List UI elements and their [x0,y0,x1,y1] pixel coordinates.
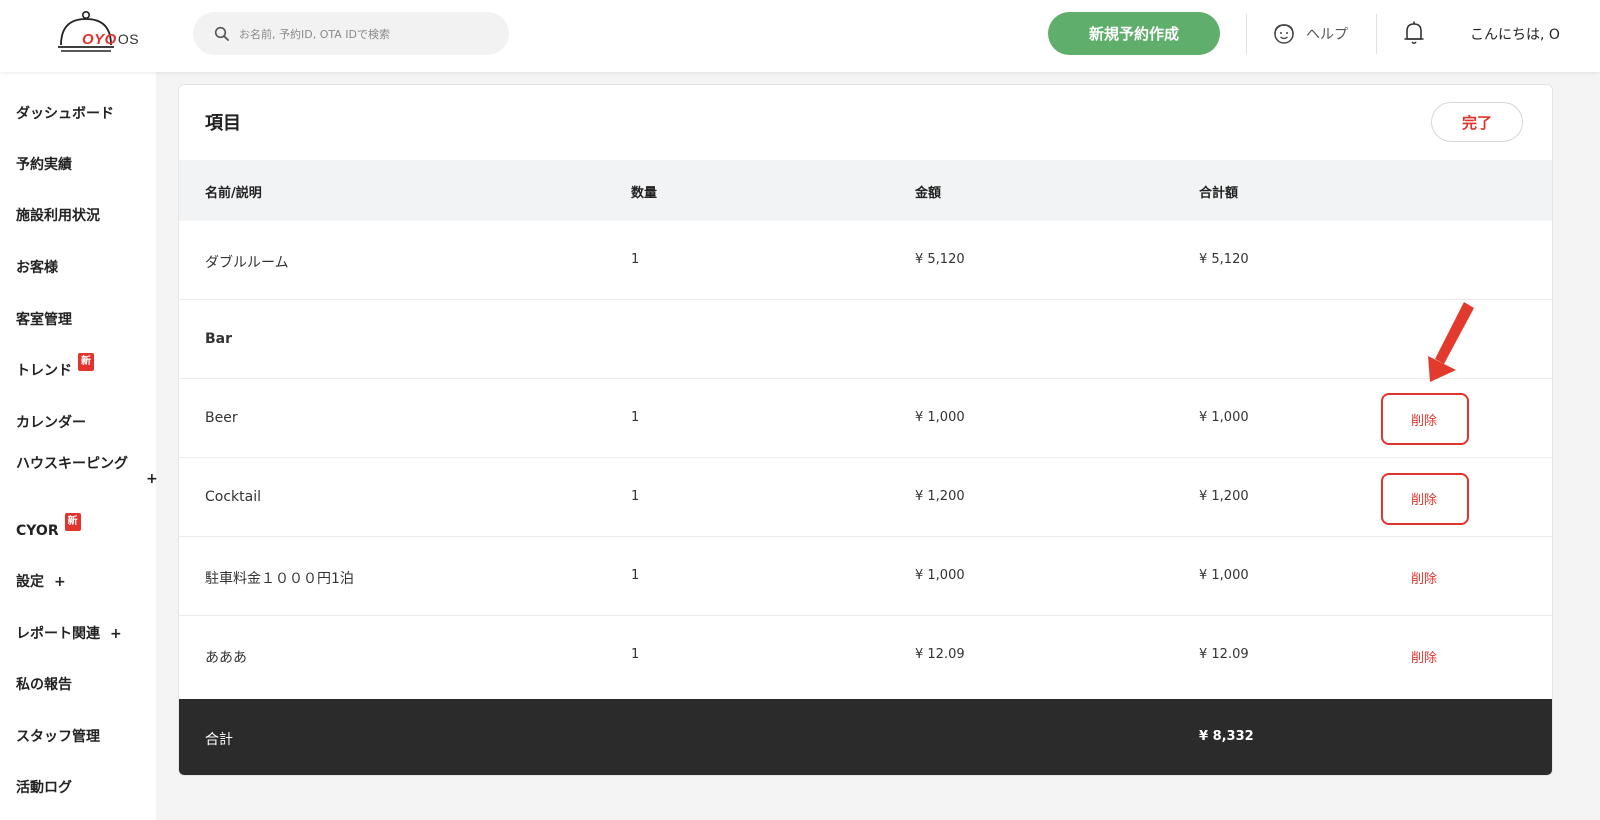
highlight-box [1381,393,1469,445]
table-row: ダブルルーム 1 ¥ 5,120 ¥ 5,120 [179,221,1552,300]
sidebar-item-label: 私の報告 [16,677,72,693]
search-input[interactable]: お名前, 予約ID, OTA IDで検索 [193,12,509,55]
total-label: 合計 [205,732,233,748]
logo-brand: OYO [82,31,117,48]
annotation-arrow-icon [1428,302,1474,382]
grand-total-value: ¥ 8,332 [1199,729,1254,744]
sidebar-item-trends[interactable]: トレンド新 [16,353,94,381]
sidebar-item-label: お客様 [16,260,58,276]
sidebar-item-dashboard[interactable]: ダッシュボード [16,104,114,124]
sidebar-item-label: 予約実績 [16,157,72,173]
greeting-text[interactable]: こんにちは, O [1470,24,1560,44]
item-name: あああ [205,650,247,666]
top-header: OYOOS お名前, 予約ID, OTA IDで検索 新規予約作成 ヘルプ こん… [0,0,1600,72]
sidebar-item-reservations[interactable]: 予約実績 [16,155,72,175]
sidebar-item-label: ダッシュボード [16,106,114,122]
done-button[interactable]: 完了 [1431,102,1523,142]
highlight-box [1381,473,1469,525]
item-name: 駐車料金１０００円1泊 [205,571,354,587]
item-amount: ¥ 1,000 [915,410,965,425]
table-row: Beer 1 ¥ 1,000 ¥ 1,000 削除 [179,379,1552,458]
item-qty: 1 [631,252,640,267]
table-footer-total: 合計 ¥ 8,332 [179,699,1552,775]
sidebar-item-my-reports[interactable]: 私の報告 [16,675,72,695]
sidebar-item-calendar[interactable]: カレンダー [16,413,86,433]
item-amount: ¥ 12.09 [915,647,965,662]
item-amount: ¥ 1,200 [915,489,965,504]
item-qty: 1 [631,489,640,504]
logo-text: OYOOS [82,31,139,48]
item-qty: 1 [631,568,640,583]
column-header-total: 合計額 [1199,186,1239,201]
sidebar-item-label: ハウスキーピング [16,456,128,472]
table-row-group: Bar [179,300,1552,379]
item-qty: 1 [631,410,640,425]
search-icon [214,26,229,41]
sidebar-item-label: 活動ログ [16,780,72,796]
delete-button[interactable]: 削除 [1411,647,1437,666]
bell-icon[interactable] [1402,20,1426,46]
item-qty: 1 [631,647,640,662]
item-total: ¥ 1,000 [1199,410,1249,425]
items-card: 項目 完了 名前/説明 数量 金額 合計額 ダブルルーム 1 ¥ 5,120 ¥… [178,84,1553,776]
sidebar-item-label: CYOR [16,523,59,539]
group-name: Bar [205,331,233,347]
item-total: ¥ 1,000 [1199,568,1249,583]
item-name: Beer [205,410,238,426]
column-header-qty: 数量 [631,186,658,201]
table-row: Cocktail 1 ¥ 1,200 ¥ 1,200 削除 [179,458,1552,537]
table-row: あああ 1 ¥ 12.09 ¥ 12.09 削除 [179,616,1552,695]
sidebar-item-settings[interactable]: 設定 + [16,572,66,592]
new-booking-button[interactable]: 新規予約作成 [1048,12,1220,55]
sidebar-item-guests[interactable]: お客様 [16,258,58,278]
sidebar-item-cyor[interactable]: CYOR 新 [16,513,81,541]
item-name: ダブルルーム [205,255,289,271]
sidebar-item-activity-log[interactable]: 活動ログ [16,778,72,798]
item-total: ¥ 12.09 [1199,647,1249,662]
sidebar-item-rooms[interactable]: 客室管理 [16,310,72,330]
sidebar-item-label: レポート関連 [16,626,100,642]
delete-button[interactable]: 削除 [1411,568,1437,587]
expand-plus-icon[interactable]: + [146,469,158,489]
help-button[interactable]: ヘルプ [1272,20,1348,48]
header-divider [1246,14,1247,54]
item-total: ¥ 1,200 [1199,489,1249,504]
search-placeholder: お名前, 予約ID, OTA IDで検索 [239,27,390,41]
header-divider [1376,14,1377,54]
logo-suffix: OS [117,31,140,47]
sidebar-item-label: 設定 [16,574,44,590]
sidebar-item-label: 客室管理 [16,312,72,328]
new-badge: 新 [78,353,94,371]
help-label: ヘルプ [1306,27,1348,43]
expand-plus-icon[interactable]: + [110,626,122,642]
sidebar: ダッシュボード 予約実績 施設利用状況 お客様 客室管理 トレンド新 カレンダー… [0,72,158,820]
new-badge: 新 [64,513,81,531]
sidebar-item-label: 施設利用状況 [16,208,100,224]
oyo-os-logo[interactable]: OYOOS [56,10,146,60]
item-name: Cocktail [205,489,261,505]
sidebar-item-staff[interactable]: スタッフ管理 [16,727,100,747]
column-header-name: 名前/説明 [205,186,262,201]
item-amount: ¥ 5,120 [915,252,965,267]
sidebar-item-housekeeping[interactable]: ハウスキーピング [16,454,144,474]
table-row: 駐車料金１０００円1泊 1 ¥ 1,000 ¥ 1,000 削除 [179,537,1552,616]
table-header: 名前/説明 数量 金額 合計額 [179,160,1552,221]
card-title: 項目 [205,113,241,134]
expand-plus-icon[interactable]: + [54,574,66,590]
sidebar-item-reports[interactable]: レポート関連 + [16,624,122,644]
sidebar-item-label: スタッフ管理 [16,729,100,745]
sidebar-item-occupancy[interactable]: 施設利用状況 [16,206,100,226]
item-total: ¥ 5,120 [1199,252,1249,267]
sidebar-item-label: カレンダー [16,415,86,431]
sidebar-item-label: トレンド [16,363,72,379]
item-amount: ¥ 1,000 [915,568,965,583]
support-agent-icon [1274,24,1294,44]
column-header-amount: 金額 [915,186,942,201]
